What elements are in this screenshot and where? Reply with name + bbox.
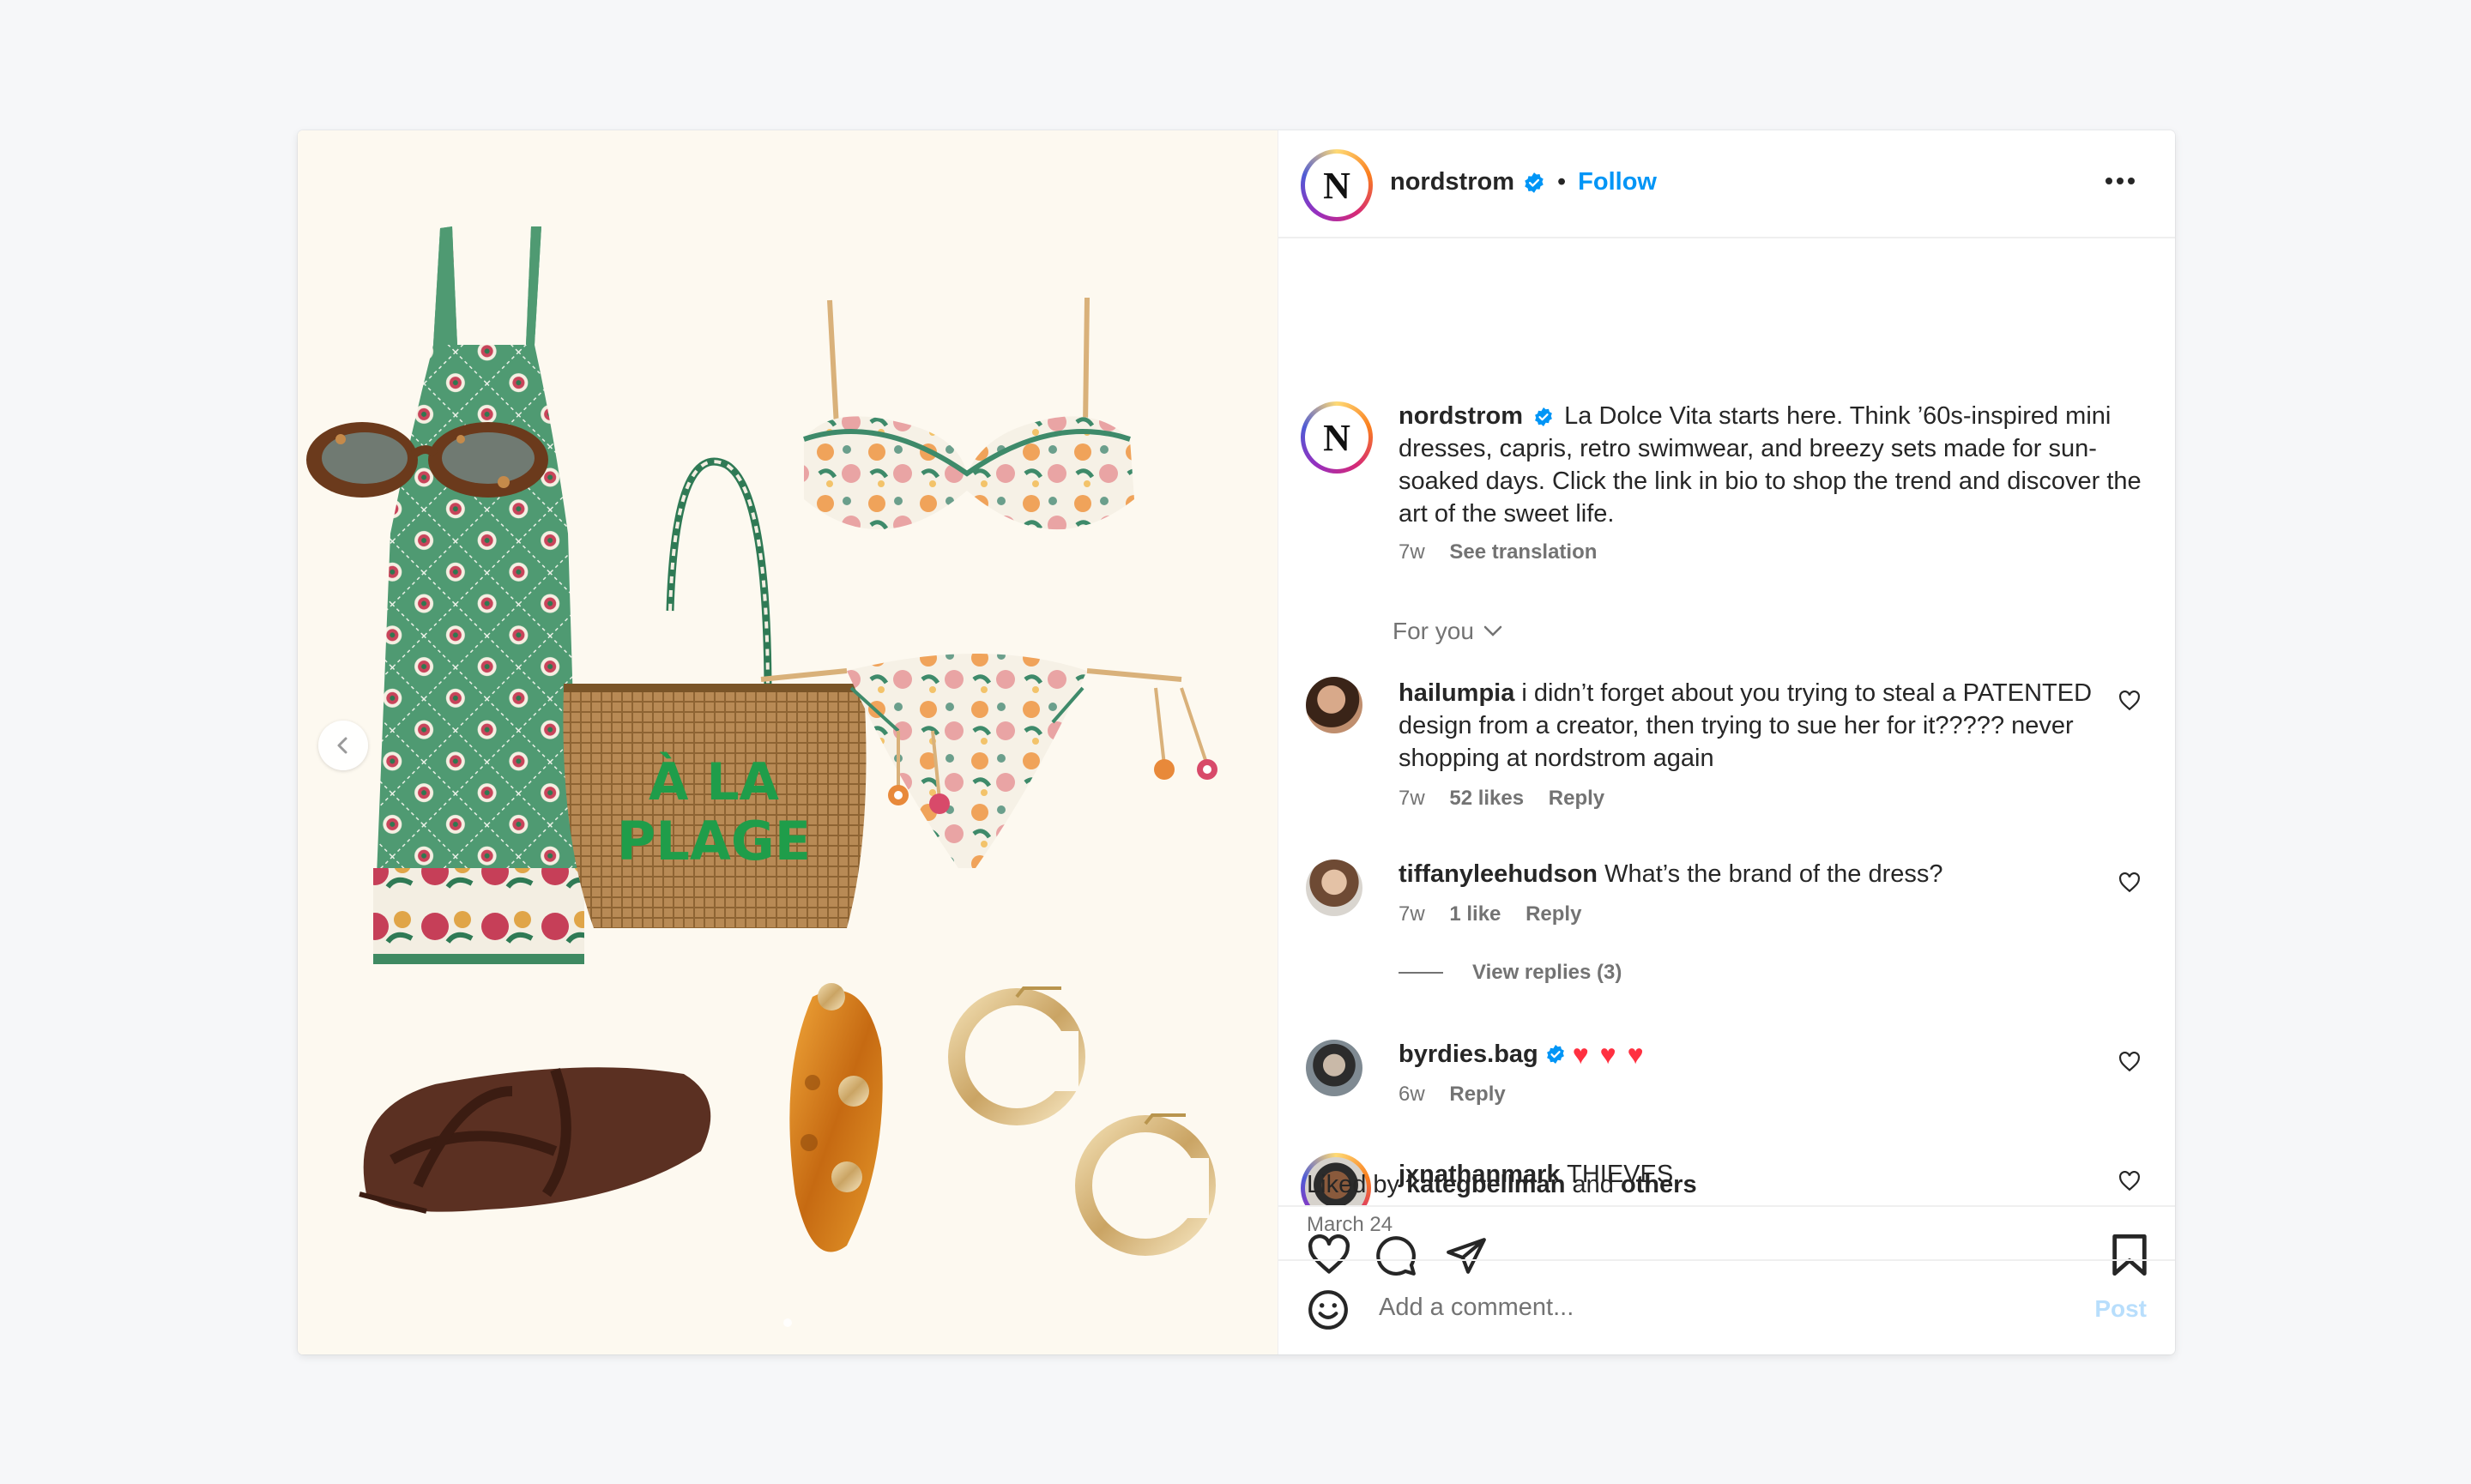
liked-by-user[interactable]: kategbellman bbox=[1406, 1171, 1565, 1198]
carousel-indicator-dot bbox=[783, 1318, 792, 1327]
liked-by-and: and bbox=[1572, 1171, 1614, 1198]
avatar-letter: N bbox=[1323, 164, 1350, 207]
reply-button[interactable]: Reply bbox=[1449, 1083, 1505, 1106]
comment-text: What’s the brand of the dress? bbox=[1604, 860, 1943, 888]
commenter-avatar[interactable] bbox=[1306, 860, 1362, 916]
liked-by-others-link[interactable]: others bbox=[1621, 1171, 1697, 1198]
reply-button[interactable]: Reply bbox=[1525, 902, 1581, 926]
view-replies-button[interactable]: View replies (3) bbox=[1399, 961, 1622, 985]
view-replies-label: View replies (3) bbox=[1472, 961, 1622, 984]
post-comment-button[interactable]: Post bbox=[2094, 1295, 2147, 1323]
see-translation-link[interactable]: See translation bbox=[1449, 540, 1597, 564]
commenter-avatar[interactable] bbox=[1306, 1040, 1362, 1096]
avatar-letter: N bbox=[1323, 416, 1350, 459]
dress-illustration bbox=[373, 226, 584, 964]
post-media[interactable]: À LA PLAGE bbox=[298, 130, 1278, 1354]
svg-text:PLAGE: PLAGE bbox=[617, 810, 811, 872]
post-dialog: À LA PLAGE N nordstrom • Follow N nordst… bbox=[298, 130, 2175, 1354]
emoji-icon[interactable] bbox=[1307, 1288, 1350, 1331]
comment-username[interactable]: hailumpia bbox=[1399, 679, 1514, 707]
comment-composer: Post bbox=[1278, 1259, 2175, 1354]
hoop-earrings-illustration bbox=[948, 986, 1216, 1256]
carousel-prev-button[interactable] bbox=[318, 721, 368, 770]
post-actions-bar bbox=[1278, 1205, 2175, 1276]
comment-time: 7w bbox=[1399, 902, 1425, 926]
verified-badge-icon bbox=[1546, 1045, 1564, 1064]
bangle-illustration bbox=[789, 983, 883, 1252]
heart-icon[interactable] bbox=[2118, 691, 2141, 711]
liked-by: Liked by kategbellman and others bbox=[1307, 1171, 1697, 1199]
comment-likes[interactable]: 52 likes bbox=[1449, 787, 1524, 810]
post-date[interactable]: March 24 bbox=[1307, 1213, 1393, 1237]
heart-emoji-text: ♥ ♥ ♥ bbox=[1572, 1039, 1646, 1070]
comments-list[interactable]: N nordstrom La Dolce Vita starts here. T… bbox=[1278, 240, 2175, 1205]
comment-time: 7w bbox=[1399, 787, 1425, 810]
verified-badge-icon bbox=[1535, 407, 1552, 427]
replies-divider bbox=[1399, 972, 1443, 974]
sandal-illustration bbox=[359, 1067, 711, 1214]
header-separator: • bbox=[1557, 168, 1567, 196]
comment-username[interactable]: byrdies.bag bbox=[1399, 1038, 1538, 1071]
caption-avatar[interactable]: N bbox=[1301, 401, 1373, 474]
comment-username[interactable]: tiffanyleehudson bbox=[1399, 860, 1598, 888]
comment-input[interactable] bbox=[1379, 1283, 2048, 1331]
heart-icon[interactable] bbox=[2118, 1052, 2141, 1072]
comment-item: tiffanyleehudson What’s the brand of the… bbox=[1399, 858, 2111, 926]
comment-time: 6w bbox=[1399, 1083, 1425, 1106]
liked-by-prefix: Liked by bbox=[1307, 1171, 1400, 1198]
tote-bag-illustration: À LA PLAGE bbox=[563, 457, 867, 928]
caption: nordstrom La Dolce Vita starts here. Thi… bbox=[1399, 400, 2145, 564]
post-header: N nordstrom • Follow bbox=[1278, 130, 2175, 238]
caption-time: 7w bbox=[1399, 540, 1425, 564]
reply-button[interactable]: Reply bbox=[1549, 787, 1604, 810]
author-avatar[interactable]: N bbox=[1301, 149, 1373, 221]
heart-icon[interactable] bbox=[2118, 872, 2141, 893]
comment-likes[interactable]: 1 like bbox=[1449, 902, 1501, 926]
heart-icon[interactable] bbox=[2118, 1171, 2141, 1191]
author-username[interactable]: nordstrom bbox=[1390, 168, 1514, 196]
comment-sort-dropdown[interactable]: For you bbox=[1393, 618, 1503, 645]
bikini-top-illustration bbox=[803, 297, 1134, 530]
caption-username[interactable]: nordstrom bbox=[1399, 402, 1523, 430]
follow-button[interactable]: Follow bbox=[1578, 168, 1657, 196]
chevron-down-icon bbox=[1483, 625, 1502, 636]
commenter-avatar[interactable] bbox=[1306, 677, 1362, 733]
comment-item: byrdies.bag ♥ ♥ ♥ 6w Reply bbox=[1399, 1038, 2111, 1107]
more-options-icon[interactable] bbox=[2103, 168, 2137, 194]
svg-text:À LA: À LA bbox=[649, 751, 780, 812]
chevron-left-icon bbox=[337, 737, 347, 754]
verified-badge-icon bbox=[1525, 172, 1544, 193]
post-side-panel: N nordstrom • Follow N nordstrom La Dolc… bbox=[1278, 130, 2175, 1354]
outfit-flatlay-image: À LA PLAGE bbox=[306, 226, 1217, 1256]
sort-label: For you bbox=[1393, 618, 1474, 644]
comment-item: hailumpia i didn’t forget about you tryi… bbox=[1399, 677, 2111, 811]
